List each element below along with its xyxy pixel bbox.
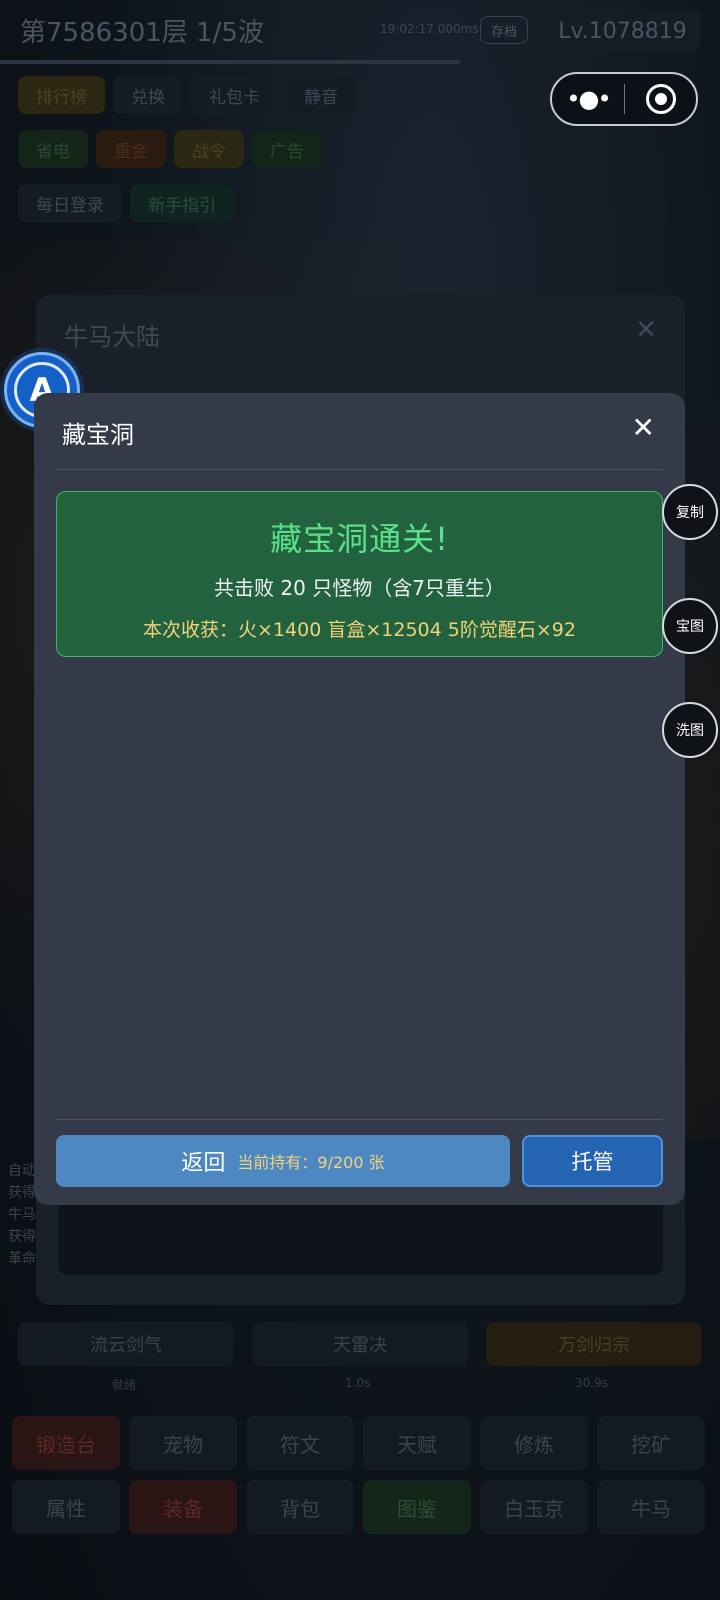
level-badge: Lv.1078819 <box>545 10 700 52</box>
nav-pets[interactable]: 宠物 <box>129 1416 237 1470</box>
outer-close-icon[interactable]: ✕ <box>635 315 657 345</box>
mute-button[interactable]: 静音 <box>286 76 356 114</box>
bottom-nav: 锻造台 宠物 符文 天赋 修炼 挖矿 属性 装备 背包 图鉴 白玉京 牛马 <box>12 1416 708 1534</box>
nav-cultivate[interactable]: 修炼 <box>480 1416 588 1470</box>
log-line: 自动 <box>8 1163 36 1179</box>
nav-codex[interactable]: 图鉴 <box>363 1480 471 1534</box>
modal-title: 藏宝洞 <box>62 421 134 449</box>
result-kills: 共击败 20 只怪物（含7只重生） <box>214 576 505 600</box>
daily-login-button[interactable]: 每日登录 <box>18 184 122 222</box>
time-label: 19:02:17.000ms <box>380 22 479 36</box>
skill-button[interactable]: 流云剑气 <box>18 1322 234 1366</box>
nav-equipment[interactable]: 装备 <box>129 1480 237 1534</box>
back-button[interactable]: 返回 当前持有：9/200 张 <box>56 1135 510 1187</box>
save-button[interactable]: 存档 <box>480 16 528 44</box>
leaderboard-button[interactable]: 排行榜 <box>18 76 105 114</box>
treasure-map-button[interactable]: 宝图 <box>662 598 718 654</box>
hold-count-label: 当前持有：9/200 张 <box>237 1153 385 1172</box>
floor-wave-label: 第7586301层 1/5波 <box>20 18 264 48</box>
nav-attributes[interactable]: 属性 <box>12 1480 120 1534</box>
tutorial-button[interactable]: 新手指引 <box>130 184 234 222</box>
menu-row-1: 排行榜 兑换 礼包卡 静音 <box>18 76 356 114</box>
target-icon <box>645 84 676 114</box>
ads-button[interactable]: 广告 <box>252 130 322 168</box>
menu-row-3: 每日登录 新手指引 <box>18 184 234 222</box>
log-line: 革命 <box>8 1251 36 1267</box>
log-line: 获得 <box>8 1185 36 1201</box>
nav-mining[interactable]: 挖矿 <box>597 1416 705 1470</box>
mini-program-capsule: •●• <box>550 72 698 126</box>
side-log: 自动 获得 牛马 获得 革命 <box>8 1160 36 1270</box>
nav-runes[interactable]: 符文 <box>246 1416 354 1470</box>
wave-progress-bar <box>0 60 460 64</box>
battle-pass-button[interactable]: 战令 <box>174 130 244 168</box>
wash-map-button[interactable]: 洗图 <box>662 702 718 758</box>
close-icon[interactable]: ✕ <box>632 411 655 444</box>
skill-row: 流云剑气 天雷决 万剑归宗 <box>18 1322 702 1366</box>
log-line: 获得 <box>8 1229 36 1245</box>
nav-backpack[interactable]: 背包 <box>246 1480 354 1534</box>
gift-card-button[interactable]: 礼包卡 <box>191 76 278 114</box>
redeem-button[interactable]: 兑换 <box>113 76 183 114</box>
divider <box>56 1119 663 1120</box>
skill-button[interactable]: 天雷决 <box>252 1322 468 1366</box>
close-program-button[interactable] <box>625 84 696 114</box>
nav-talent[interactable]: 天赋 <box>363 1416 471 1470</box>
result-headline: 藏宝洞通关! <box>270 520 449 558</box>
auto-button[interactable]: 托管 <box>522 1135 663 1187</box>
more-icon[interactable]: •●• <box>552 85 624 113</box>
skill-cooldown: 30.9s <box>575 1376 608 1390</box>
power-save-button[interactable]: 省电 <box>18 130 88 168</box>
skill-button[interactable]: 万剑归宗 <box>486 1322 702 1366</box>
result-loot: 本次收获：火×1400 盲盒×12504 5阶觉醒石×92 <box>143 619 576 641</box>
copy-button[interactable]: 复制 <box>662 484 718 540</box>
heavy-gold-button[interactable]: 重金 <box>96 130 166 168</box>
outer-panel-title: 牛马大陆 <box>64 323 160 351</box>
result-card: 藏宝洞通关! 共击败 20 只怪物（含7只重生） 本次收获：火×1400 盲盒×… <box>56 491 663 657</box>
skill-cooldown: 1.0s <box>345 1376 371 1390</box>
nav-forge[interactable]: 锻造台 <box>12 1416 120 1470</box>
nav-baiyujing[interactable]: 白玉京 <box>480 1480 588 1534</box>
log-line: 牛马 <box>8 1207 36 1223</box>
menu-row-2: 省电 重金 战令 广告 <box>18 130 322 168</box>
divider <box>56 469 663 470</box>
back-button-label: 返回 <box>181 1151 226 1176</box>
skill-cooldown: 就绪 <box>112 1378 137 1392</box>
treasure-cave-modal: 藏宝洞 ✕ 藏宝洞通关! 共击败 20 只怪物（含7只重生） 本次收获：火×14… <box>34 393 685 1205</box>
nav-niuma[interactable]: 牛马 <box>597 1480 705 1534</box>
top-bar: 第7586301层 1/5波 19:02:17.000ms 存档 Lv.1078… <box>0 0 720 60</box>
